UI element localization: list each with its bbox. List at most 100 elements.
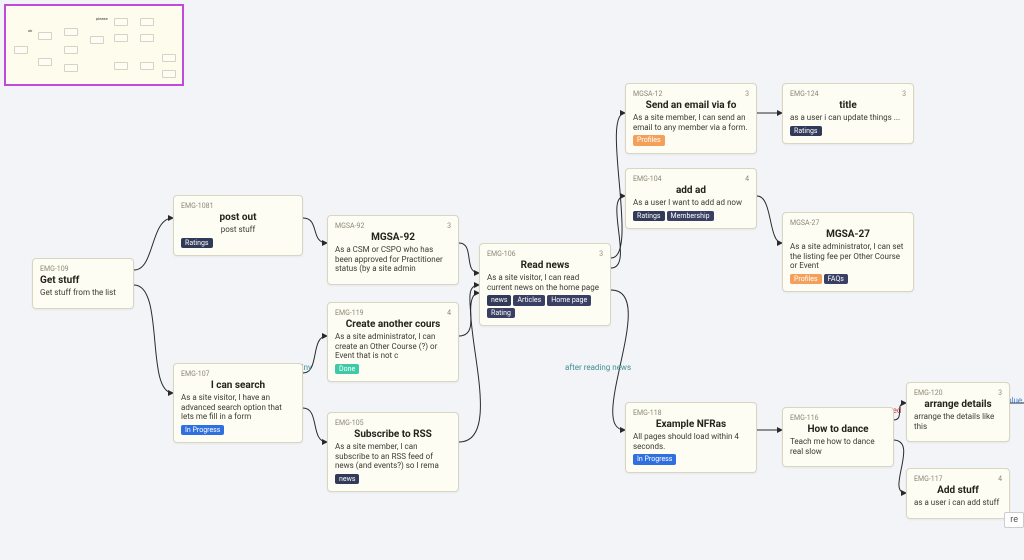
card-id: EMG-1081 (181, 202, 214, 210)
tag-ratings: Ratings (633, 211, 665, 221)
tag-ratings: Ratings (181, 238, 213, 248)
card-create-course[interactable]: EMG-119 4 Create another cours As a site … (327, 302, 459, 382)
card-tags: ProfilesFAQs (790, 274, 906, 284)
card-desc: As a site member, I can send an email to… (633, 113, 749, 132)
edge-label-after: after reading news (565, 363, 631, 372)
card-arrange-details[interactable]: EMG-120 3 arrange details arrange the det… (906, 382, 1010, 442)
card-title: MGSA-27 (790, 229, 906, 240)
tag-home-page: Home page (547, 295, 591, 305)
card-post-out[interactable]: EMG-1081 post out post stuff Ratings (173, 195, 303, 256)
diagram-canvas[interactable]: ok please tiny after reading (0, 0, 1024, 560)
card-count: 4 (745, 175, 749, 183)
card-title-node[interactable]: EMG-124 3 title as a user i can update th… (782, 83, 914, 144)
card-tags: In Progress (181, 425, 295, 435)
card-id: EMG-118 (633, 409, 662, 417)
tag-news: news (335, 474, 359, 484)
card-tags: Ratings (790, 126, 906, 136)
card-count: 3 (599, 250, 603, 258)
card-add-stuff[interactable]: EMG-117 4 Add stuff as a user i can add s… (906, 468, 1010, 519)
card-id: MGSA-12 (633, 90, 662, 98)
card-title: add ad (633, 185, 749, 196)
card-title: Send an email via fo (633, 100, 749, 111)
card-id: MGSA-27 (790, 219, 819, 227)
card-tags: newsArticlesHome page Rating (487, 295, 603, 318)
card-desc: As a site visitor, I can read current ne… (487, 273, 603, 292)
card-count: 3 (745, 90, 749, 98)
card-i-can-search[interactable]: EMG-107 I can search As a site visitor, … (173, 363, 303, 443)
card-desc: As a CSM or CSPO who has been approved f… (335, 245, 451, 274)
card-count: 3 (998, 389, 1002, 397)
card-desc: Teach me how to dance real slow (790, 437, 886, 456)
card-tags: RatingsMembership (633, 211, 749, 221)
card-title: Get stuff (40, 275, 126, 286)
card-tags: Profiles (633, 135, 749, 145)
card-send-email[interactable]: MGSA-12 3 Send an email via fo As a site … (625, 83, 757, 154)
tag-in-progress: In Progress (633, 454, 676, 464)
card-title: How to dance (790, 424, 886, 435)
card-desc: arrange the details like this (914, 412, 1002, 431)
card-id: EMG-104 (633, 175, 662, 183)
card-desc: As a site administrator, I can create an… (335, 332, 451, 361)
card-example-nfras[interactable]: EMG-118 Example NFRas All pages should l… (625, 402, 757, 473)
tag-faqs: FAQs (824, 274, 848, 284)
card-mgsa-27[interactable]: MGSA-27 MGSA-27 As a site administrator,… (782, 212, 914, 292)
card-id: EMG-109 (40, 265, 69, 273)
card-read-news[interactable]: EMG-106 3 Read news As a site visitor, I … (479, 243, 611, 326)
card-count: 4 (447, 309, 451, 317)
card-tags: news (335, 474, 451, 484)
tag-profiles: Profiles (633, 135, 665, 145)
card-title: Example NFRas (633, 419, 749, 430)
tag-rating: Rating (487, 308, 515, 318)
card-add-ad[interactable]: EMG-104 4 add ad As a user I want to add … (625, 168, 757, 229)
tag-in-progress: In Progress (181, 425, 224, 435)
card-count: 4 (998, 475, 1002, 483)
card-count: 3 (447, 222, 451, 230)
card-tags: In Progress (633, 454, 749, 464)
card-title: arrange details (914, 399, 1002, 410)
mm-label: ok (28, 28, 32, 33)
card-id: EMG-105 (335, 419, 364, 427)
card-tags: Ratings (181, 238, 295, 248)
card-desc: post stuff (181, 225, 295, 235)
card-desc: As a site member, I can subscribe to an … (335, 442, 451, 471)
minimap-inner: ok please (6, 6, 182, 84)
card-id: MGSA-92 (335, 222, 364, 230)
card-title: post out (181, 212, 295, 223)
card-tags: Done (335, 364, 451, 374)
card-get-stuff[interactable]: EMG-109 Get stuff Get stuff from the lis… (32, 258, 134, 309)
tag-articles: Articles (513, 295, 545, 305)
card-id: EMG-119 (335, 309, 364, 317)
minimap[interactable]: ok please (4, 4, 184, 86)
card-desc: as a user i can add stuff (914, 498, 1002, 508)
card-desc: As a user I want to add ad now (633, 198, 749, 208)
card-title: title (790, 100, 906, 111)
card-count: 3 (902, 90, 906, 98)
tag-profiles: Profiles (790, 274, 822, 284)
card-title: I can search (181, 380, 295, 391)
card-id: EMG-107 (181, 370, 210, 378)
card-desc: as a user i can update things ... (790, 113, 906, 123)
tag-ratings: Ratings (790, 126, 822, 136)
card-subscribe-rss[interactable]: EMG-105 Subscribe to RSS As a site membe… (327, 412, 459, 492)
card-mgsa-92[interactable]: MGSA-92 3 MGSA-92 As a CSM or CSPO who ha… (327, 215, 459, 285)
card-desc: As a site visitor, I have an advanced se… (181, 393, 295, 422)
tag-news: news (487, 295, 511, 305)
mm-label: please (96, 16, 108, 21)
card-desc: All pages should load within 4 seconds. (633, 432, 749, 451)
tag-membership: Membership (667, 211, 714, 221)
card-title: Create another cours (335, 319, 451, 330)
tooltip-fragment: re (1004, 512, 1024, 528)
card-id: EMG-120 (914, 389, 943, 397)
card-id: EMG-117 (914, 475, 943, 483)
card-desc: Get stuff from the list (40, 288, 126, 298)
card-title: MGSA-92 (335, 232, 451, 243)
card-desc: As a site administrator, I can set the l… (790, 242, 906, 271)
card-id: EMG-124 (790, 90, 819, 98)
card-id: EMG-106 (487, 250, 516, 258)
card-how-to-dance[interactable]: EMG-116 How to dance Teach me how to dan… (782, 407, 894, 467)
card-title: Read news (487, 260, 603, 271)
card-title: Subscribe to RSS (335, 429, 451, 440)
tag-done: Done (335, 364, 359, 374)
card-id: EMG-116 (790, 414, 819, 422)
card-title: Add stuff (914, 485, 1002, 496)
